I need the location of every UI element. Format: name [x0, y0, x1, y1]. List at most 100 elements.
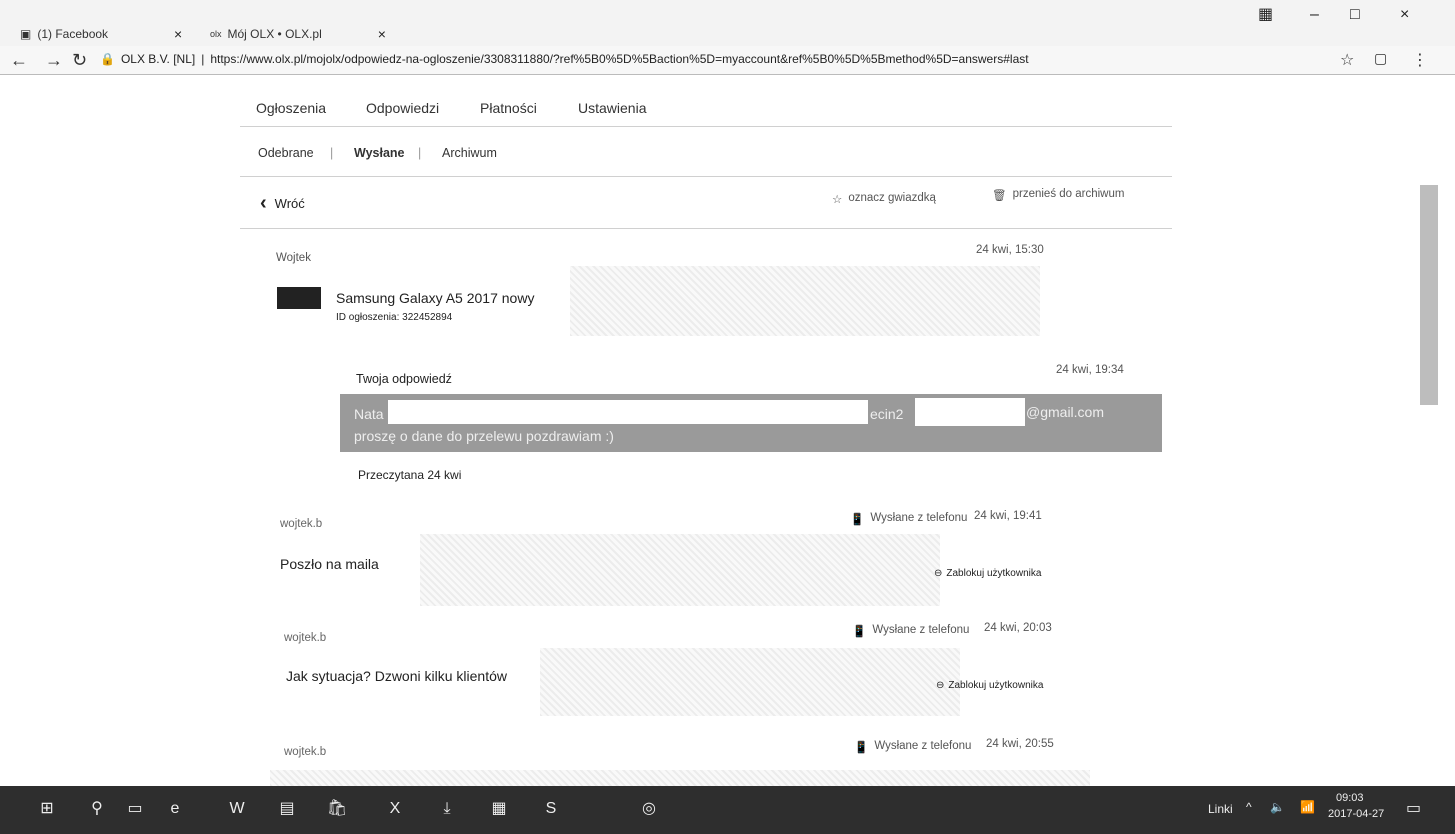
message-source-label: Wysłane z telefonu	[870, 512, 968, 524]
block-user-label: Zablokuj użytkownika	[946, 568, 1042, 579]
chevron-up-icon[interactable]: ^	[1246, 800, 1252, 814]
calculator-icon[interactable]: ▦	[488, 798, 510, 820]
tab-odpowiedzi[interactable]: Odpowiedzi	[366, 100, 439, 116]
close-tab-facebook-icon[interactable]: ×	[174, 22, 182, 46]
reply-date: 24 kwi, 19:34	[1056, 364, 1124, 376]
thread-sender: Wojtek	[276, 252, 311, 264]
clock-date[interactable]: 2017-04-27	[1328, 808, 1384, 820]
chrome-icon[interactable]: ◎	[638, 798, 660, 820]
file-explorer-icon[interactable]: ▤	[276, 798, 298, 820]
main-tabs-divider	[240, 126, 1172, 127]
archive-thread-button[interactable]: 🗑 przenieś do archiwum	[992, 188, 1124, 202]
back-arrow-icon[interactable]: ←	[10, 50, 28, 71]
reply-text-line2: proszę o dane do przelewu pozdrawiam :)	[354, 428, 614, 444]
search-icon[interactable]: ⚲	[86, 798, 108, 820]
message-date: 24 kwi, 20:55	[986, 738, 1054, 750]
redaction-block-2	[915, 398, 1025, 426]
close-window-button[interactable]: ×	[1400, 6, 1409, 24]
message-source: 📱 Wysłane z telefonu	[850, 512, 967, 526]
message-sender: wojtek.b	[284, 632, 327, 644]
address-bar-row: ← → ↻ 🔒 OLX B.V. [NL] | https://www.olx.…	[0, 46, 1455, 75]
phone-icon: 📱	[850, 514, 865, 526]
subtab-odebrane[interactable]: Odebrane	[258, 146, 314, 160]
notifications-icon[interactable]: ▭	[1406, 798, 1421, 818]
ad-thumbnail[interactable]	[277, 287, 321, 309]
phone-icon: 📱	[852, 626, 867, 638]
block-user-button[interactable]: ⊖ Zablokuj użytkownika	[936, 680, 1043, 691]
clock-time[interactable]: 09:03	[1336, 792, 1364, 804]
block-icon: ⊖	[934, 568, 943, 579]
sub-tabs-divider	[240, 176, 1172, 177]
profile-icon[interactable]: ▦	[1258, 4, 1273, 24]
menu-icon[interactable]: ⋮	[1412, 50, 1428, 70]
subtab-separator: |	[330, 146, 334, 160]
ad-id: ID ogłoszenia: 322452894	[336, 312, 453, 323]
message-source-label: Wysłane z telefonu	[872, 624, 970, 636]
wifi-icon[interactable]: 📶	[1300, 800, 1315, 814]
task-view-icon[interactable]: ▭	[124, 798, 146, 820]
skype-icon[interactable]: S	[540, 798, 562, 820]
olx-answers-panel: Ogłoszenia Odpowiedzi Płatności Ustawien…	[240, 88, 1172, 788]
redaction-block-1	[388, 400, 868, 424]
block-user-label: Zablokuj użytkownika	[948, 680, 1044, 691]
block-icon: ⊖	[936, 680, 945, 691]
reply-bubble: Nata ecin2 @gmail.com proszę o dane do p…	[340, 394, 1162, 452]
message-text: Poszło na maila	[280, 556, 379, 572]
bookmark-star-icon[interactable]: ☆	[1340, 50, 1354, 70]
phone-icon: 📱	[854, 742, 869, 754]
message-source: 📱 Wysłane z telefonu	[854, 740, 971, 754]
start-icon[interactable]: ⊞	[36, 798, 58, 820]
tab-facebook[interactable]: ▣ (1) Facebook ×	[20, 22, 182, 46]
url-bar[interactable]: 🔒 OLX B.V. [NL] | https://www.olx.pl/moj…	[100, 49, 1400, 69]
redacted-area	[540, 648, 960, 716]
olx-icon: olx	[210, 29, 222, 39]
reply-label: Twoja odpowiedź	[356, 372, 452, 386]
facebook-icon: ▣	[20, 27, 32, 41]
message-sender: wojtek.b	[280, 518, 323, 530]
redacted-area	[270, 770, 1090, 786]
tab-facebook-label: (1) Facebook	[37, 27, 109, 41]
tab-platnosci[interactable]: Płatności	[480, 100, 537, 116]
browser-tab-strip: ▣ (1) Facebook × olx Mój OLX • OLX.pl × …	[0, 0, 1455, 46]
block-user-button[interactable]: ⊖ Zablokuj użytkownika	[934, 568, 1041, 579]
subtab-archiwum[interactable]: Archiwum	[442, 146, 497, 160]
tab-olx[interactable]: olx Mój OLX • OLX.pl ×	[210, 22, 386, 46]
edge-icon[interactable]: e	[164, 798, 186, 820]
message-sender: wojtek.b	[284, 746, 327, 758]
reload-icon[interactable]: ↻	[72, 50, 87, 71]
store-icon[interactable]: 🛍	[326, 798, 348, 820]
secure-origin-label: OLX B.V. [NL]	[120, 52, 196, 66]
page-scrollbar[interactable]	[1420, 185, 1438, 405]
actions-divider	[240, 228, 1172, 229]
back-link[interactable]: ‹ Wróć	[260, 192, 305, 215]
star-label: oznacz gwiazdką	[848, 192, 936, 204]
message-date: 24 kwi, 19:41	[974, 510, 1042, 522]
lock-icon: 🔒	[100, 52, 115, 66]
word-icon[interactable]: W	[226, 798, 248, 820]
archive-label: przenieś do archiwum	[1012, 188, 1125, 200]
forward-arrow-icon[interactable]: →	[45, 50, 63, 71]
close-tab-olx-icon[interactable]: ×	[378, 22, 386, 46]
download-icon[interactable]: ⤓	[436, 798, 458, 820]
reply-email-domain: @gmail.com	[1026, 404, 1105, 420]
tab-ustawienia[interactable]: Ustawienia	[578, 100, 646, 116]
speaker-muted-icon[interactable]: 🔈	[1270, 800, 1285, 814]
message-text: Jak sytuacja? Dzwoni kilku klientów	[286, 668, 507, 684]
maximize-button[interactable]: □	[1350, 6, 1360, 24]
reply-text-start: Nata	[354, 406, 384, 422]
ad-title-link[interactable]: Samsung Galaxy A5 2017 nowy	[336, 290, 534, 306]
star-icon: ☆	[832, 194, 843, 206]
read-status: Przeczytana 24 kwi	[358, 468, 462, 482]
back-label: Wróć	[274, 196, 305, 211]
windows-taskbar: ⊞ ⚲ ▭ e W ▤ 🛍 X ⤓ ▦ S ◎ Linki ^ 🔈 📶 09:0…	[0, 786, 1455, 834]
url-separator: |	[201, 52, 205, 66]
star-thread-button[interactable]: ☆ oznacz gwiazdką	[832, 192, 936, 206]
extension-icon[interactable]: ▢	[1374, 50, 1387, 67]
excel-icon[interactable]: X	[384, 798, 406, 820]
chevron-left-icon: ‹	[260, 192, 267, 214]
redacted-area	[420, 534, 940, 606]
tab-ogloszenia[interactable]: Ogłoszenia	[256, 100, 326, 116]
links-toolbar[interactable]: Linki	[1208, 802, 1233, 816]
subtab-wyslane[interactable]: Wysłane	[354, 146, 405, 160]
minimize-button[interactable]: –	[1310, 6, 1319, 24]
